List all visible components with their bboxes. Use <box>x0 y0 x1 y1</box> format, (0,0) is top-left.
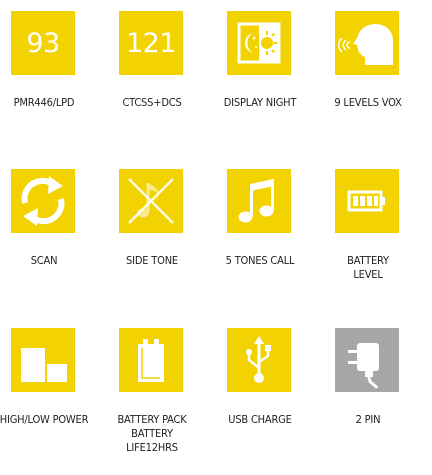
label-line: LIFE12HRS <box>126 441 178 454</box>
muted-note-icon <box>128 178 174 224</box>
label-line: BATTERY <box>131 427 173 440</box>
head-voice-icon <box>337 24 393 65</box>
channel-count: 93 <box>26 27 60 59</box>
scan-arrows-icon <box>21 176 65 226</box>
feature-label: 5 TONES CALL <box>225 254 295 267</box>
moon-sun-icon <box>237 22 281 64</box>
power-blocks-icon <box>21 348 67 382</box>
label-line: LEVEL <box>353 268 383 281</box>
feature-label: USB CHARGE <box>228 413 292 426</box>
battery-pack-icon <box>138 339 164 382</box>
tile-5-tones-call <box>227 169 291 233</box>
code-count: 121 <box>125 27 177 59</box>
feature-label: PMR446/LPD <box>13 96 75 109</box>
plug-icon <box>348 343 379 389</box>
feature-label: 2 PIN <box>355 413 381 426</box>
feature-label: HIGH/LOW POWER <box>0 413 89 426</box>
feature-label: DISPLAY NIGHT <box>223 96 297 109</box>
battery-icon <box>347 190 385 212</box>
tile-battery-pack <box>119 328 183 392</box>
usb-icon <box>246 336 271 383</box>
feature-label: BATTERY PACK BATTERY LIFE12HRS <box>96 413 208 455</box>
tile-93: 93 <box>11 11 75 75</box>
tile-usb-charge <box>227 328 291 392</box>
music-note-icon <box>238 179 274 223</box>
tile-vox <box>335 11 399 75</box>
tile-121: 121 <box>119 11 183 75</box>
feature-label: CTCSS+DCS <box>122 96 182 109</box>
tile-display-night <box>227 11 291 75</box>
feature-label: SIDE TONE <box>126 254 178 267</box>
tile-2-pin <box>335 328 399 392</box>
feature-label: 9 LEVELS VOX <box>334 96 402 109</box>
label-line: BATTERY <box>347 254 389 267</box>
label-line: BATTERY PACK <box>117 413 187 426</box>
feature-label: BATTERY LEVEL <box>312 254 424 282</box>
tile-high-low-power <box>11 328 75 392</box>
tile-battery-level <box>335 169 399 233</box>
tile-side-tone <box>119 169 183 233</box>
tile-scan <box>11 169 75 233</box>
feature-label: SCAN <box>30 254 58 267</box>
